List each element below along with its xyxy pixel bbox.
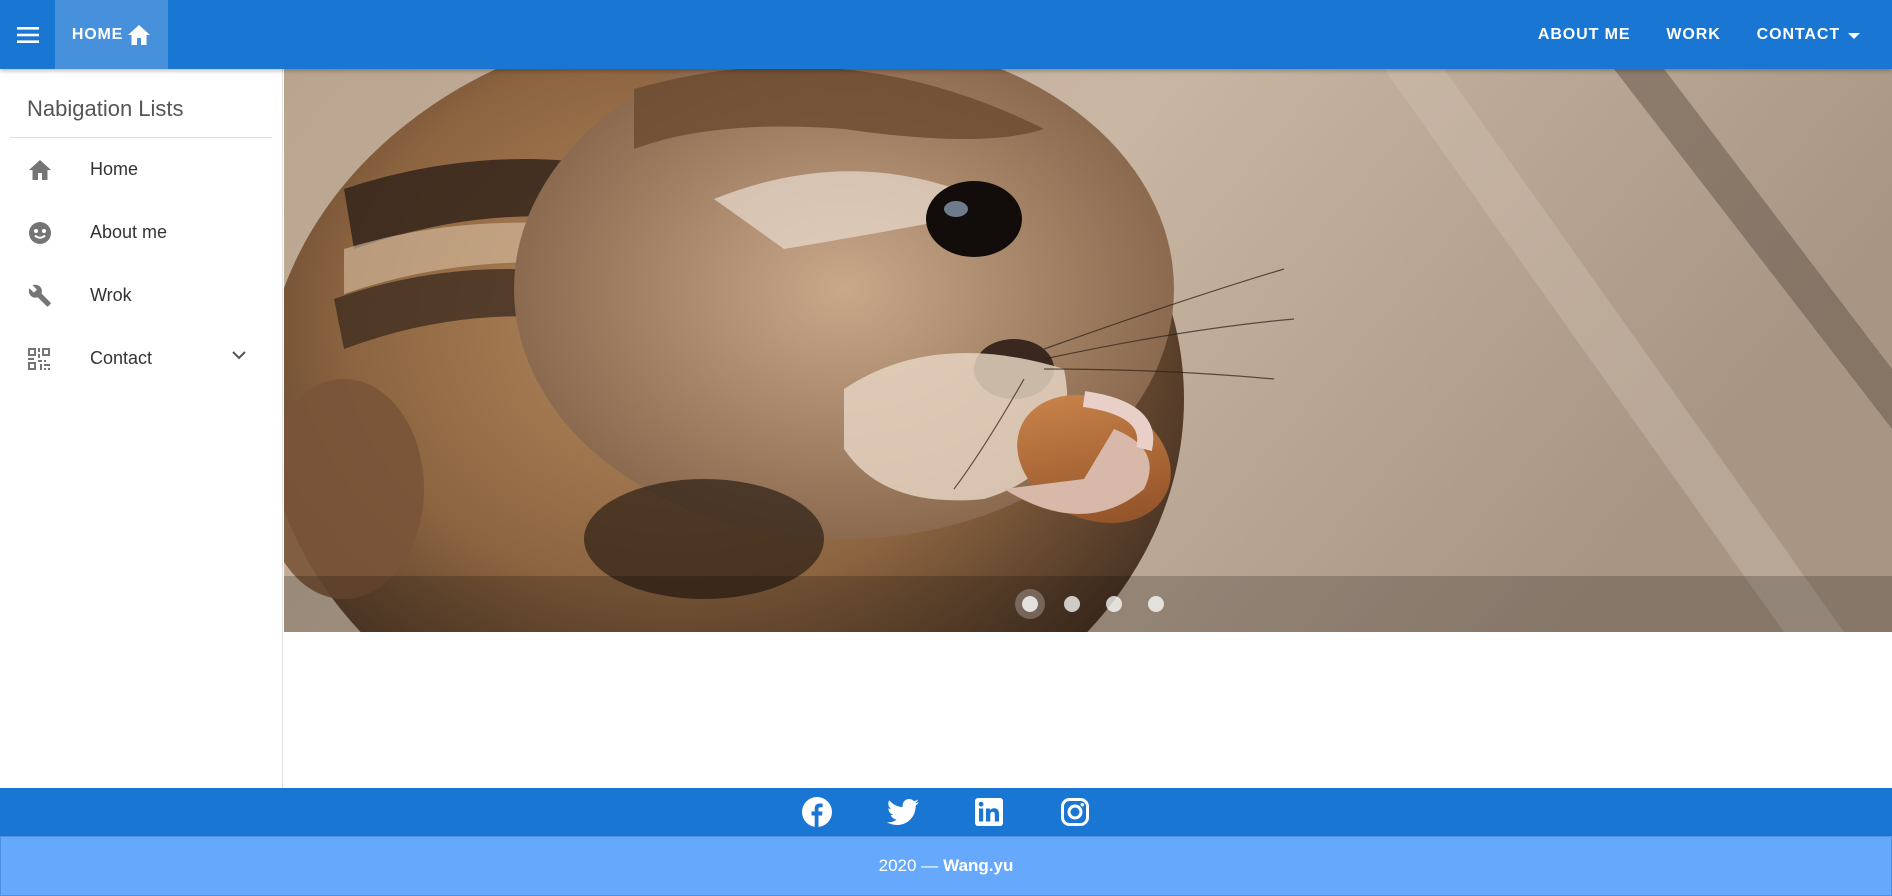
image-carousel[interactable] <box>284 69 1892 632</box>
chevron-down-icon[interactable] <box>232 351 246 360</box>
twitter-icon <box>887 799 919 825</box>
home-icon <box>128 24 151 45</box>
linkedin-link[interactable] <box>973 796 1005 828</box>
sidebar-item-label: Home <box>90 159 139 179</box>
copyright-text: 2020 — <box>878 856 939 875</box>
instagram-icon <box>1061 798 1089 826</box>
carousel-dot-1[interactable] <box>1022 596 1038 612</box>
sidebar-item-label: Wrok <box>90 285 132 305</box>
wrench-icon <box>0 284 90 308</box>
twitter-link[interactable] <box>887 796 919 828</box>
home-button[interactable]: HOME <box>55 0 168 69</box>
carousel-dot-3[interactable] <box>1106 596 1122 612</box>
nav-contact-dropdown[interactable]: CONTACT <box>1739 0 1892 69</box>
carousel-dot-4[interactable] <box>1148 596 1164 612</box>
qr-code-icon <box>0 347 90 370</box>
sidebar-item-label: Contact <box>90 348 153 368</box>
facebook-icon <box>802 797 832 827</box>
face-icon <box>0 221 90 245</box>
home-icon <box>0 159 90 181</box>
nav-contact-label: CONTACT <box>1756 25 1840 43</box>
sidebar-title: Nabigation Lists <box>27 96 184 121</box>
author-name: Wang.yu <box>943 856 1014 875</box>
sidebar-item-about-me[interactable]: About me <box>0 201 282 264</box>
sidebar-item-label: About me <box>90 222 168 242</box>
nav-about-me[interactable]: ABOUT ME <box>1520 0 1649 69</box>
app-bar: HOME ABOUT ME WORK CONTACT <box>0 0 1892 69</box>
caret-down-icon <box>1848 32 1860 39</box>
carousel-indicators <box>284 576 1892 632</box>
nav-work[interactable]: WORK <box>1648 0 1738 69</box>
carousel-dot-2[interactable] <box>1064 596 1080 612</box>
linkedin-icon <box>975 798 1003 826</box>
sidebar-item-contact[interactable]: Contact <box>0 327 282 390</box>
nav-work-label: WORK <box>1666 25 1721 43</box>
sidebar-item-work[interactable]: Wrok <box>0 264 282 327</box>
carousel-image-chipmunk <box>284 69 1892 632</box>
sidebar: Nabigation Lists Home About me Wrok Cont… <box>0 69 283 788</box>
facebook-link[interactable] <box>801 796 833 828</box>
menu-button[interactable] <box>0 0 55 69</box>
nav-about-me-label: ABOUT ME <box>1537 25 1631 43</box>
sidebar-item-home[interactable]: Home <box>0 138 282 201</box>
footer-copyright: 2020 — Wang.yu <box>0 836 1892 896</box>
instagram-link[interactable] <box>1059 796 1091 828</box>
menu-icon <box>16 26 39 43</box>
home-button-label: HOME <box>71 25 124 43</box>
footer-social-bar <box>0 788 1892 836</box>
